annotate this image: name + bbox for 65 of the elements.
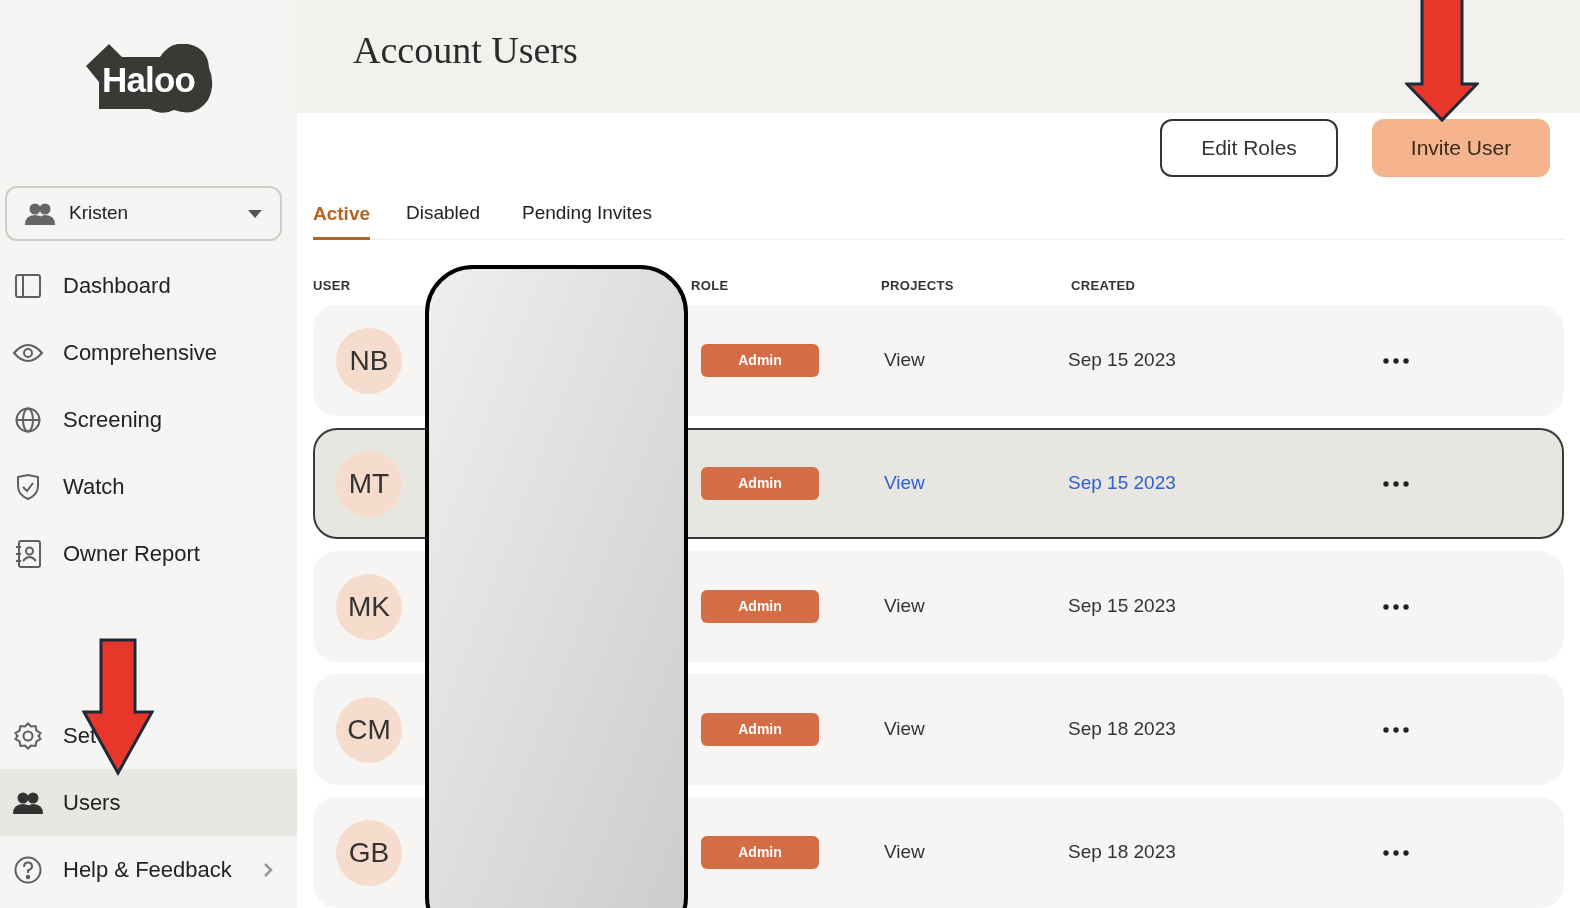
table-row-start[interactable]: CM xyxy=(313,674,427,785)
view-link[interactable]: View xyxy=(884,718,925,740)
table-row-start[interactable]: MT xyxy=(313,428,427,539)
gear-icon xyxy=(14,721,42,750)
page-title: Account Users xyxy=(353,28,578,73)
table-row-start[interactable]: MK xyxy=(313,551,427,662)
table-row[interactable]: Admin View Sep 15 2023 xyxy=(686,428,1564,539)
users-icon xyxy=(25,202,55,225)
avatar: GB xyxy=(336,819,402,886)
created-date: Sep 15 2023 xyxy=(1068,349,1176,371)
role-badge: Admin xyxy=(701,590,819,623)
table-row-start[interactable]: GB xyxy=(313,797,427,908)
logo[interactable]: Haloo xyxy=(83,44,214,116)
edit-roles-button[interactable]: Edit Roles xyxy=(1160,119,1338,178)
account-switcher[interactable]: Kristen xyxy=(5,186,282,241)
table-row[interactable]: Admin View Sep 15 2023 xyxy=(686,305,1564,416)
column-header: CREATED xyxy=(1071,276,1136,295)
invite-user-button[interactable]: Invite User xyxy=(1372,119,1550,178)
dropdown-caret-icon xyxy=(248,209,262,218)
sidebar-item[interactable]: Comprehensive xyxy=(0,319,297,386)
avatar: MT xyxy=(336,450,402,517)
more-options-icon[interactable] xyxy=(1383,603,1409,610)
sidebar-item[interactable]: Screening xyxy=(0,386,297,453)
avatar: NB xyxy=(336,327,402,394)
more-options-icon[interactable] xyxy=(1383,849,1409,856)
role-badge: Admin xyxy=(701,713,819,746)
view-link[interactable]: View xyxy=(884,349,925,371)
table-row[interactable]: Admin View Sep 18 2023 xyxy=(686,797,1564,908)
more-options-icon[interactable] xyxy=(1383,726,1409,733)
created-date: Sep 15 2023 xyxy=(1068,472,1176,494)
sidebar-item[interactable]: Help & Feedback xyxy=(0,836,297,903)
help-icon xyxy=(14,855,42,884)
more-options-icon[interactable] xyxy=(1383,480,1409,487)
sidebar-item[interactable]: Dashboard xyxy=(0,252,297,319)
created-date: Sep 18 2023 xyxy=(1068,841,1176,863)
created-date: Sep 15 2023 xyxy=(1068,595,1176,617)
view-link[interactable]: View xyxy=(884,595,925,617)
sidebar-item[interactable]: Owner Report xyxy=(0,520,297,587)
created-date: Sep 18 2023 xyxy=(1068,718,1176,740)
role-badge: Admin xyxy=(701,344,819,377)
view-link[interactable]: View xyxy=(884,841,925,863)
contact-book-icon xyxy=(15,539,41,568)
sidebar-item[interactable]: Users xyxy=(0,769,297,836)
column-header: PROJECTS xyxy=(881,276,954,295)
more-options-icon[interactable] xyxy=(1383,357,1409,364)
role-badge: Admin xyxy=(701,836,819,869)
table-row[interactable]: Admin View Sep 18 2023 xyxy=(686,674,1564,785)
role-badge: Admin xyxy=(701,467,819,500)
tab[interactable]: Active xyxy=(313,199,371,240)
avatar: CM xyxy=(336,696,402,763)
column-header: ROLE xyxy=(691,276,729,295)
globe-icon xyxy=(15,406,41,433)
column-header: USER xyxy=(313,276,351,295)
sidebar-item[interactable]: Watch xyxy=(0,453,297,520)
avatar: MK xyxy=(336,573,402,640)
table-row[interactable]: Admin View Sep 15 2023 xyxy=(686,551,1564,662)
dashboard-icon xyxy=(15,273,41,298)
sidebar-item[interactable]: Set xyxy=(0,702,297,769)
shield-check-icon xyxy=(16,473,40,500)
tab[interactable]: Pending Invites xyxy=(515,199,658,239)
eye-icon xyxy=(13,342,43,363)
view-link[interactable]: View xyxy=(884,472,925,494)
tab[interactable]: Disabled xyxy=(400,199,486,239)
users-icon xyxy=(13,791,43,814)
table-row-start[interactable]: NB xyxy=(313,305,427,416)
